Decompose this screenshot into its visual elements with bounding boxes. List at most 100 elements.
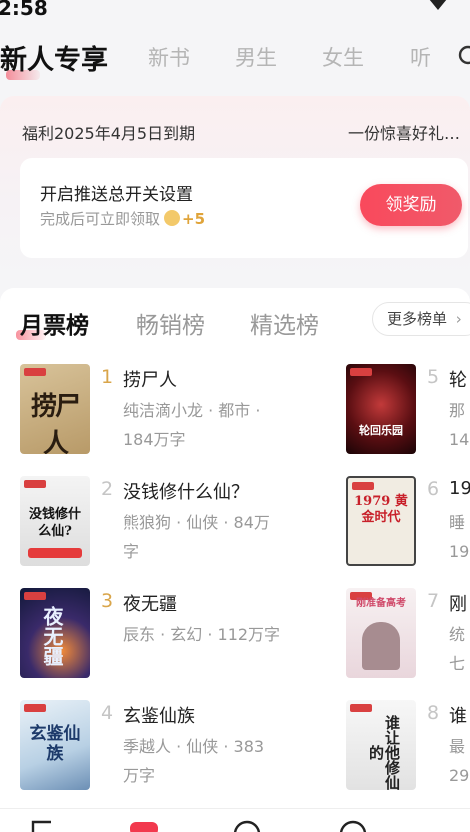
book-title: 谁 <box>449 706 467 727</box>
welfare-gift-link[interactable]: 一份惊喜好礼… <box>348 120 460 144</box>
book-meta: 熊狼狗 · 仙侠 · 84万 字 <box>123 508 333 566</box>
top-tabs: 新人专享 新书 男生 女生 听 <box>0 30 470 86</box>
book-meta-line: 14 <box>449 430 470 449</box>
book-item[interactable]: 谁让他修仙的 8 谁 最 29 <box>346 700 470 794</box>
book-meta-line: 19 <box>449 542 470 561</box>
book-cover: 夜无疆 <box>20 588 90 678</box>
book-meta: 季越人 · 仙侠 · 383 万字 <box>123 732 333 790</box>
more-rankings-button[interactable]: 更多榜单 › <box>372 302 470 336</box>
tab-listen[interactable]: 听 <box>410 42 431 72</box>
push-task-subtitle: 完成后可立即领取 +5 <box>40 208 205 229</box>
cover-title-art: 夜无疆 <box>40 606 64 666</box>
cover-title-art: 谁让他修仙的 <box>367 714 401 790</box>
book-meta: 最 29 <box>449 732 470 790</box>
rank-number: 7 <box>427 590 440 612</box>
book-cover: 没钱修什么仙? <box>20 476 90 566</box>
book-item[interactable]: 轮回乐园 5 轮 那 14 <box>346 364 470 458</box>
book-meta: 辰东 · 玄幻 · 112万字 <box>123 620 363 649</box>
tab-monthly-ticket[interactable]: 月票榜 <box>20 306 89 340</box>
book-cover: 玄鉴仙族 <box>20 700 90 790</box>
profile-icon[interactable] <box>338 819 368 832</box>
cover-title-art: 没钱修什么仙? <box>28 507 81 539</box>
tab-female[interactable]: 女生 <box>322 42 364 72</box>
cover-brand-tag <box>24 592 46 600</box>
book-title: 捞尸人 <box>123 370 177 391</box>
book-title: 玄鉴仙族 <box>123 706 195 727</box>
rank-number: 2 <box>101 478 114 500</box>
book-title: 19 <box>449 478 470 499</box>
cover-title-art: 1979 黄金时代 <box>354 494 408 525</box>
book-meta-line: 熊狼狗 · 仙侠 · 84万 <box>123 513 270 532</box>
cover-title-art: 刚准备高考 <box>356 598 406 609</box>
cover-ribbon <box>28 548 82 558</box>
book-cover: 捞尸人 <box>20 364 90 454</box>
cover-brand-tag <box>24 368 46 376</box>
push-task-title: 开启推送总开关设置 <box>40 185 193 205</box>
status-time: 2:58 <box>0 0 48 20</box>
rank-number: 3 <box>101 590 114 612</box>
book-item[interactable]: 玄鉴仙族 4 玄鉴仙族 季越人 · 仙侠 · 383 万字 <box>20 700 340 794</box>
cover-figure <box>362 622 400 670</box>
cover-brand-tag <box>350 368 372 376</box>
signal-icon <box>428 0 448 12</box>
book-cover: 轮回乐园 <box>346 364 416 454</box>
welfare-expiry: 福利2025年4月5日到期 <box>22 124 196 143</box>
tab-new-books[interactable]: 新书 <box>148 42 190 72</box>
book-cover: 谁让他修仙的 <box>346 700 416 790</box>
book-meta: 那 14 <box>449 396 470 454</box>
book-cover: 刚准备高考 <box>346 588 416 678</box>
welfare-card: 福利2025年4月5日到期 一份惊喜好礼… 开启推送总开关设置 完成后可立即领取… <box>0 96 470 276</box>
book-meta: 统 七 <box>449 620 470 678</box>
tab-selected[interactable]: 精选榜 <box>250 306 319 340</box>
tab-male[interactable]: 男生 <box>235 42 277 72</box>
book-meta-line: 七 <box>449 654 466 673</box>
book-meta: 睡 19 <box>449 508 470 566</box>
book-title: 没钱修什么仙？ <box>123 482 249 503</box>
cover-brand-tag <box>352 482 374 490</box>
chevron-right-icon: › <box>455 310 462 328</box>
search-icon[interactable] <box>456 44 470 72</box>
book-meta-line: 睡 <box>449 513 466 532</box>
book-meta-line: 统 <box>449 625 466 644</box>
book-item[interactable]: 捞尸人 1 捞尸人 纯洁滴小龙 · 都市 · 184万字 <box>20 364 340 458</box>
cover-title-art: 捞尸人 <box>30 392 81 454</box>
book-meta-line: 最 <box>449 737 466 756</box>
book-item[interactable]: 1979 黄金时代 6 19 睡 19 <box>346 476 470 570</box>
cover-title-art: 玄鉴仙族 <box>29 724 81 764</box>
more-rankings-label: 更多榜单 <box>387 310 448 328</box>
status-bar: 2:58 <box>0 0 470 22</box>
book-item[interactable]: 刚准备高考 7 刚 统 七 <box>346 588 470 682</box>
book-item[interactable]: 没钱修什么仙? 2 没钱修什么仙？ 熊狼狗 · 仙侠 · 84万 字 <box>20 476 340 570</box>
cover-brand-tag <box>24 480 46 488</box>
book-meta-line: 184万字 <box>123 430 186 449</box>
rank-number: 8 <box>427 702 440 724</box>
tab-newcomer[interactable]: 新人专享 <box>0 38 108 77</box>
push-reward-amount: +5 <box>182 210 206 228</box>
rank-number: 5 <box>427 366 440 388</box>
book-meta-line: 万字 <box>123 766 156 785</box>
book-meta-line: 纯洁滴小龙 · 都市 · <box>123 401 261 420</box>
bookshelf-icon[interactable] <box>30 819 54 832</box>
tab-bestseller[interactable]: 畅销榜 <box>136 306 205 340</box>
rank-number: 1 <box>101 366 114 388</box>
cover-brand-tag <box>24 704 46 712</box>
book-title: 轮 <box>449 370 467 391</box>
book-meta-line: 那 <box>449 401 466 420</box>
coin-icon <box>164 210 181 226</box>
bottom-nav <box>0 808 470 832</box>
rank-number: 6 <box>427 478 440 500</box>
book-item[interactable]: 夜无疆 3 夜无疆 辰东 · 玄幻 · 112万字 <box>20 588 340 682</box>
book-title: 刚 <box>449 594 467 615</box>
push-task-desc: 完成后可立即领取 <box>40 210 161 228</box>
cover-title-art: 轮回乐园 <box>359 424 403 437</box>
rank-number: 4 <box>101 702 114 724</box>
claim-reward-button[interactable]: 领奖励 <box>360 184 462 226</box>
book-cover: 1979 黄金时代 <box>346 476 416 566</box>
discover-icon[interactable] <box>232 819 262 832</box>
book-meta-line: 季越人 · 仙侠 · 383 <box>123 737 265 756</box>
book-meta-line: 字 <box>123 542 140 561</box>
cover-brand-tag <box>350 704 372 712</box>
bookstore-icon[interactable] <box>128 819 160 832</box>
ranking-panel: 月票榜 畅销榜 精选榜 更多榜单 › 捞尸人 1 捞尸人 纯洁滴小龙 · 都市 … <box>0 288 470 808</box>
book-title: 夜无疆 <box>123 594 177 615</box>
